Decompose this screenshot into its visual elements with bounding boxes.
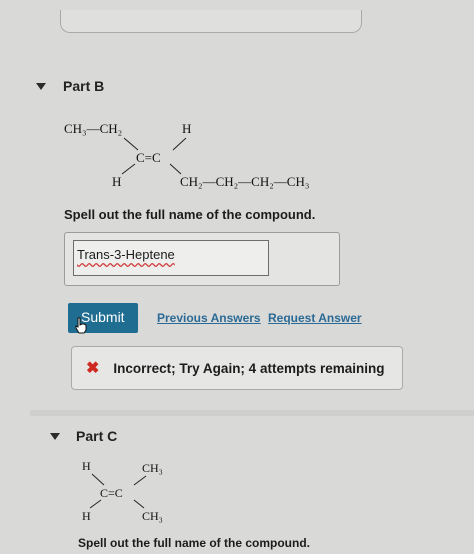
part-b-title: Part B [63,78,105,94]
answer-container: Trans-3-Heptene [64,232,340,286]
part-c-substituent-bottom-right: CH₃ [142,509,163,523]
part-c-substituent-top-left: H [82,459,91,473]
part-c-substituent-top-right: CH₃ [142,461,163,475]
bond-line [123,137,139,151]
part-b-substituent-top-right: H [182,121,191,136]
bond-line [133,499,145,509]
part-c-title: Part C [76,428,118,444]
submit-button[interactable]: Submit [68,303,138,334]
part-c-structure: H CH₃ C=C H CH₃ [82,459,163,523]
part-b-double-bond: C=C [136,150,161,165]
part-b-prompt: Spell out the full name of the compound. [64,207,316,222]
bond-line [91,473,105,486]
collapse-triangle-icon[interactable] [36,82,46,90]
hand-cursor-icon [75,317,87,334]
bond-line [169,163,182,175]
part-b-header[interactable]: Part B [36,78,104,94]
bond-line [121,163,136,175]
bond-line [172,137,187,151]
part-b-substituent-bottom-left: H [112,174,121,189]
part-b-substituent-bottom-right: CH₂—CH₂—CH₂—CH₃ [180,174,309,189]
part-c-header[interactable]: Part C [50,428,117,444]
answer-input[interactable]: Trans-3-Heptene [73,240,269,276]
part-b-substituent-top-left: CH₃—CH₂ [64,121,122,136]
part-c-substituent-bottom-left: H [82,509,91,523]
part-c-double-bond: C=C [100,486,123,500]
request-answer-link[interactable]: Request Answer [268,311,362,325]
previous-answers-link[interactable]: Previous Answers [157,311,261,325]
part-b-structure: CH₃—CH₂ H C=C H CH₂—CH₂—CH₂—CH₃ [64,121,309,189]
collapse-triangle-icon[interactable] [50,432,60,440]
bond-line [89,499,102,509]
feedback-message: Incorrect; Try Again; 4 attempts remaini… [113,360,385,376]
incorrect-x-icon: ✖ [86,360,100,377]
bond-line [133,475,147,486]
feedback-box: ✖ Incorrect; Try Again; 4 attempts remai… [71,346,403,390]
part-c-prompt: Spell out the full name of the compound. [78,536,310,550]
previous-part-card [60,10,362,33]
section-divider [30,410,474,416]
